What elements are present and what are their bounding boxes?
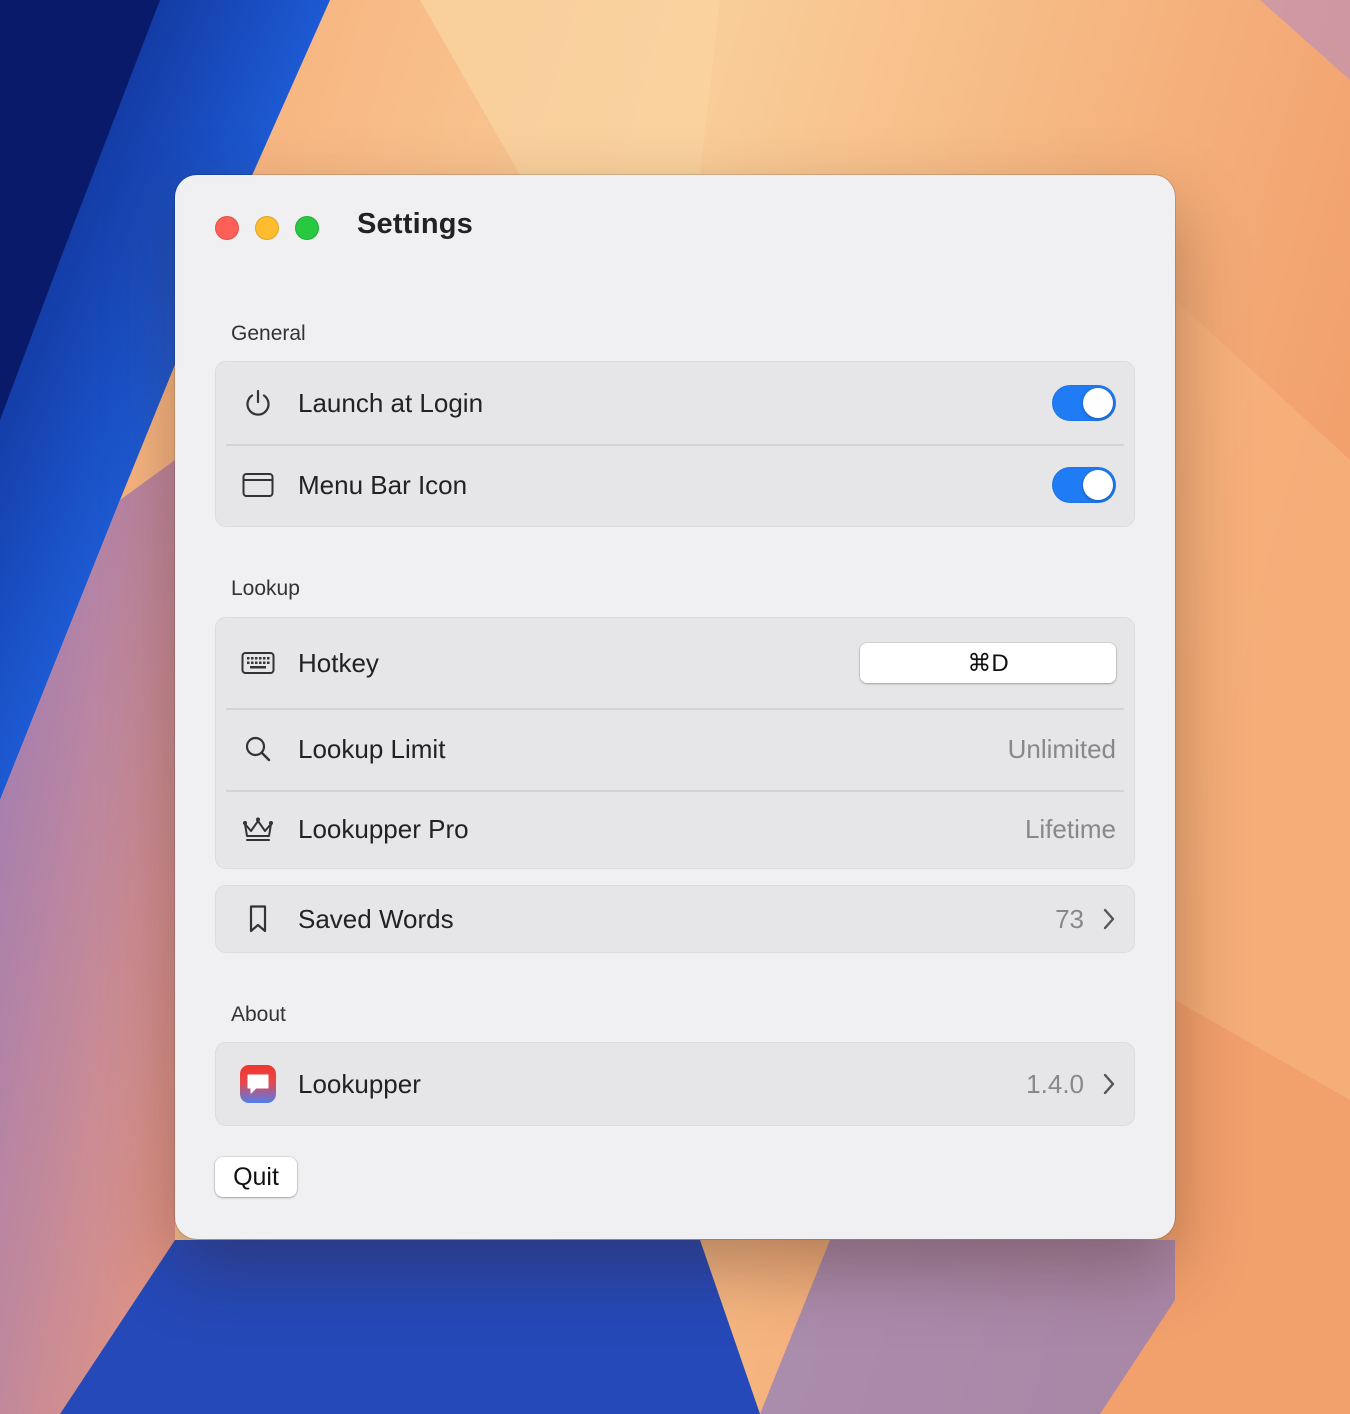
settings-window: Settings General Launch at Login Menu Ba… <box>175 175 1175 1239</box>
about-app-label: Lookupper <box>298 1068 421 1099</box>
section-label-about: About <box>231 1003 286 1026</box>
minimize-button[interactable] <box>255 216 279 240</box>
saved-words-group: Saved Words 73 <box>215 885 1135 953</box>
chevron-right-icon <box>1102 1072 1116 1096</box>
saved-words-label: Saved Words <box>298 903 454 934</box>
quit-button[interactable]: Quit <box>215 1157 297 1197</box>
menu-bar-icon-label: Menu Bar Icon <box>298 469 468 500</box>
general-group: Launch at Login Menu Bar Icon <box>215 361 1135 527</box>
section-label-general: General <box>231 322 306 345</box>
launch-at-login-label: Launch at Login <box>298 387 484 418</box>
power-icon <box>240 385 276 421</box>
keyboard-icon <box>240 645 276 681</box>
about-app-row[interactable]: Lookupper 1.4.0 <box>216 1043 1134 1125</box>
magnifier-icon <box>240 731 276 767</box>
lookupper-pro-value: Lifetime <box>1024 813 1116 844</box>
hotkey-recorder[interactable]: ⌘D <box>860 643 1116 683</box>
lookupper-pro-label: Lookupper Pro <box>298 813 469 844</box>
saved-words-count: 73 <box>1055 903 1084 934</box>
desktop: Settings General Launch at Login Menu Ba… <box>0 0 1350 1414</box>
saved-words-row[interactable]: Saved Words 73 <box>216 886 1134 952</box>
lookup-limit-row: Lookup Limit Unlimited <box>216 708 1134 790</box>
window-title: Settings <box>357 208 473 240</box>
hotkey-row: Hotkey ⌘D <box>216 618 1134 708</box>
zoom-button[interactable] <box>295 216 319 240</box>
traffic-lights <box>215 216 319 240</box>
app-icon <box>240 1065 276 1103</box>
section-label-lookup: Lookup <box>231 577 300 600</box>
hotkey-label: Hotkey <box>298 647 379 678</box>
about-group: Lookupper 1.4.0 <box>215 1042 1135 1126</box>
app-version: 1.4.0 <box>1026 1068 1084 1099</box>
close-button[interactable] <box>215 216 239 240</box>
window-icon <box>240 467 276 503</box>
menu-bar-icon-toggle[interactable] <box>1052 467 1116 503</box>
launch-at-login-toggle[interactable] <box>1052 385 1116 421</box>
bookmark-icon <box>240 901 276 937</box>
lookupper-pro-row: Lookupper Pro Lifetime <box>216 790 1134 868</box>
toggle-knob <box>1083 388 1113 418</box>
menu-bar-icon-row: Menu Bar Icon <box>216 444 1134 526</box>
lookup-group: Hotkey ⌘D Lookup Limit Unlimited Lookupp… <box>215 617 1135 869</box>
lookup-limit-value: Unlimited <box>1007 733 1116 764</box>
lookup-limit-label: Lookup Limit <box>298 733 446 764</box>
launch-at-login-row: Launch at Login <box>216 362 1134 444</box>
chevron-right-icon <box>1102 907 1116 931</box>
toggle-knob <box>1083 470 1113 500</box>
lookupper-app-icon <box>240 1065 276 1103</box>
crown-icon <box>240 811 276 847</box>
